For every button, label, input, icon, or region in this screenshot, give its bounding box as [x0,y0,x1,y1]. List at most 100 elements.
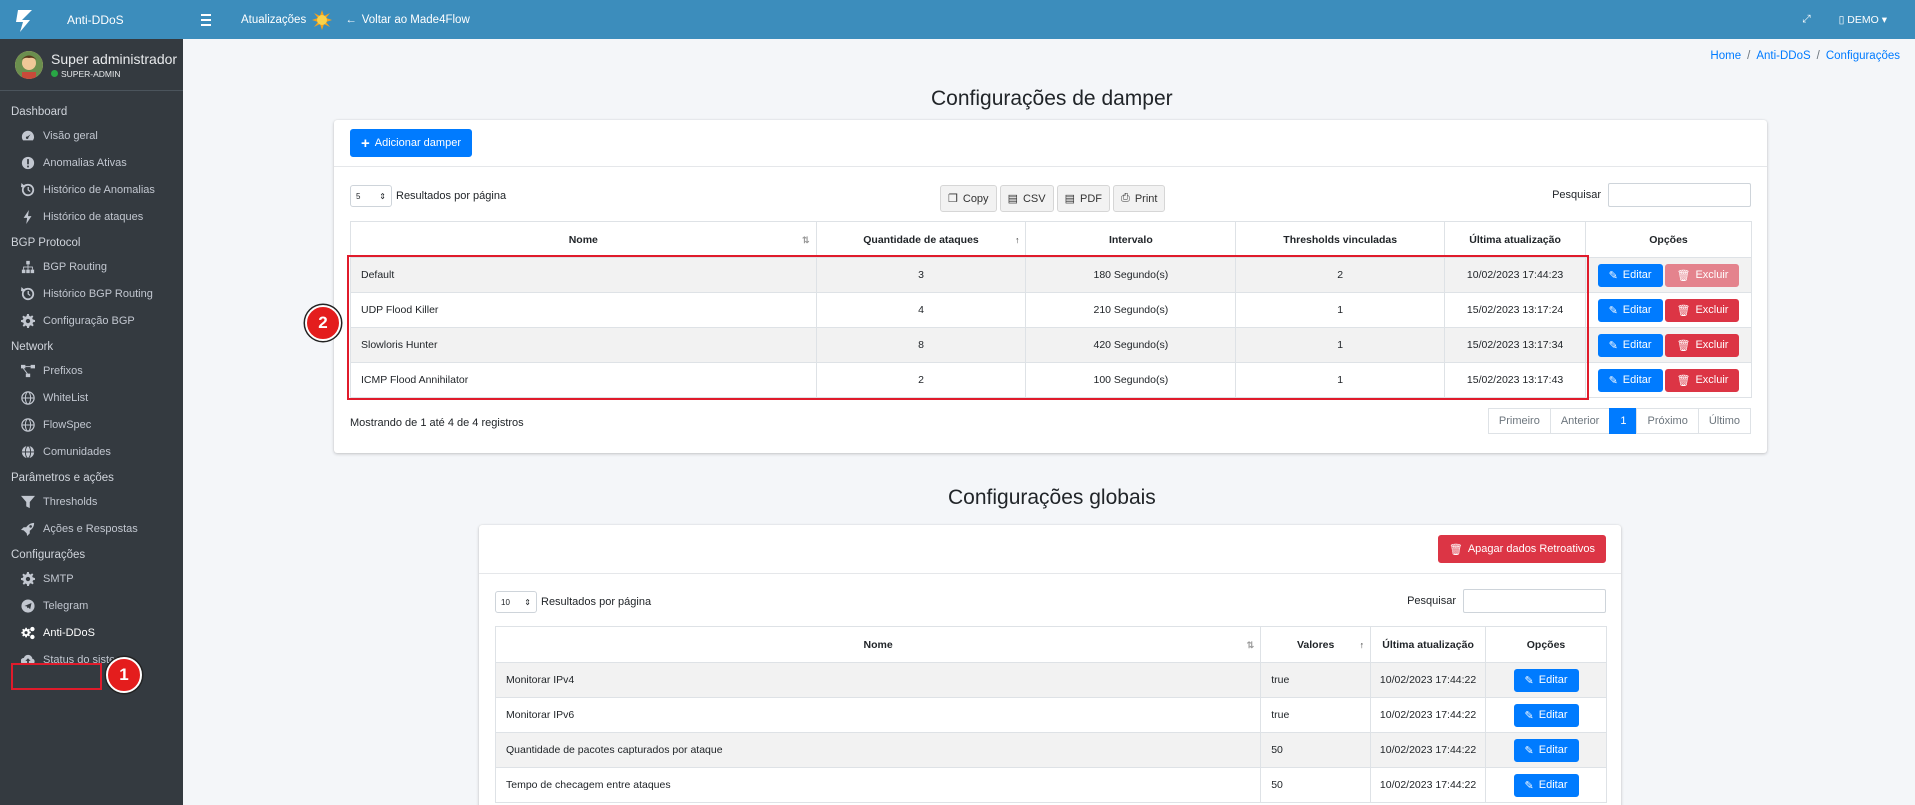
col-nome[interactable]: Nome ⇅ [494,626,1262,663]
table-row: Tempo de checagem entre ataques 50 10/02… [494,767,1607,803]
per-page-label: Resultados por página [396,190,507,202]
user-name: Super administrador [51,50,178,67]
print-button[interactable]: ⎙ Print [1113,185,1166,212]
top-navbar: Atualizações ← Voltar ao Made4Flow ⤢ ▯ D… [183,0,1915,39]
nav-header-config: Configurações [11,549,86,561]
hamburger-menu-icon[interactable] [201,13,219,26]
edit-button[interactable]: ✎ Editar [1597,333,1663,357]
caret-down-icon: ▾ [1881,13,1887,26]
add-damper-button[interactable]: + Adicionar damper [350,129,472,157]
col-ultima-atualizacao[interactable]: Última atualização [1444,221,1587,258]
annotation-box-2 [347,255,1589,400]
tenant-dropdown[interactable]: ▯ DEMO ▾ [1839,14,1887,26]
plus-icon: + [361,134,370,152]
sidebar-item-smtp[interactable]: SMTP [0,565,183,592]
sidebar-item-whitelist[interactable]: WhiteList [0,384,183,411]
arrow-left-icon: ← [345,13,357,26]
damper-section-title: Configurações de damper [931,87,1173,110]
sidebar-item-historico-ataques[interactable]: Histórico de ataques [0,203,183,230]
rocket-icon [21,522,35,536]
csv-button[interactable]: ▤ CSV [999,185,1054,212]
delete-button[interactable]: 🗑 Excluir [1665,298,1740,322]
file-pdf-icon: ▤ [1064,193,1075,205]
search-input[interactable] [1608,183,1751,207]
nav-header-bgp: BGP Protocol [11,237,81,249]
history-icon [21,182,35,196]
sidebar-item-historico-bgp[interactable]: Histórico BGP Routing [0,280,183,307]
purge-retroactive-button[interactable]: 🗑 Apagar dados Retroativos [1437,535,1606,563]
fullscreen-icon[interactable]: ⤢ [1802,13,1810,26]
globe-icon [21,444,35,459]
per-page-label: Resultados por página [541,596,652,608]
table-row: Quantidade de pacotes capturados por ata… [494,732,1607,768]
sidebar-item-config-bgp[interactable]: Configuração BGP [0,307,183,334]
user-panel[interactable]: Super administrador SUPER-ADMIN [0,39,183,91]
sitemap-icon [21,260,35,273]
col-nome[interactable]: Nome ⇅ [350,221,817,258]
edit-button[interactable]: ✎ Editar [1513,738,1579,762]
annotation-box-1 [11,663,102,690]
sidebar-item-flowspec[interactable]: FlowSpec [0,411,183,438]
col-opcoes: Opções [1485,626,1607,663]
search-input[interactable] [1463,589,1606,613]
copy-icon: ❐ [948,193,958,205]
breadcrumb: Home / Anti-DDoS / Configurações [1710,50,1900,62]
sort-up-icon: ↑ [1359,640,1365,650]
breadcrumb-anti-ddos[interactable]: Anti-DDoS [1756,50,1810,62]
page-1[interactable]: 1 [1609,408,1638,434]
sidebar-item-comunidades[interactable]: Comunidades [0,438,183,465]
col-valores[interactable]: Valores ↑ [1260,626,1372,663]
exclamation-circle-icon [21,156,35,169]
page-length-select[interactable]: 5 ⇕ [350,185,392,207]
col-thresholds[interactable]: Thresholds vinculadas [1235,221,1446,258]
print-icon: ⎙ [1121,192,1130,204]
copy-button[interactable]: ❐ Copy [940,185,997,212]
edit-button[interactable]: ✎ Editar [1513,773,1579,797]
sidebar-item-visao-geral[interactable]: Visão geral [0,122,183,149]
annotation-badge-2: 2 [305,305,341,341]
updates-link[interactable]: Atualizações [241,9,333,31]
edit-button[interactable]: ✎ Editar [1597,263,1663,287]
globe-icon [21,417,35,432]
sidebar-item-acoes-respostas[interactable]: Ações e Respostas [0,515,183,542]
col-opcoes: Opções [1585,221,1752,258]
table-row: Monitorar IPv6 true 10/02/2023 17:44:22 … [494,697,1607,733]
app-logo-icon [16,9,32,32]
page-prev[interactable]: Anterior [1549,408,1611,434]
edit-button[interactable]: ✎ Editar [1597,368,1663,392]
back-link[interactable]: ← Voltar ao Made4Flow [345,14,470,26]
brand[interactable]: Anti-DDoS [0,0,183,39]
annotation-badge-1: 1 [106,657,142,693]
sidebar-item-anti-ddos[interactable]: Anti-DDoS [0,619,183,646]
col-intervalo[interactable]: Intervalo [1025,221,1237,258]
page-next[interactable]: Próximo [1636,408,1699,434]
page-last[interactable]: Último [1697,408,1751,434]
updates-label: Atualizações [241,13,307,26]
breadcrumb-home[interactable]: Home [1710,50,1741,62]
sidebar-item-historico-anomalias[interactable]: Histórico de Anomalias [0,176,183,203]
breadcrumb-configuracoes[interactable]: Configurações [1826,50,1900,62]
bolt-icon [23,209,32,224]
select-arrows-icon: ⇕ [379,191,386,201]
filter-icon [21,495,35,508]
sort-up-icon: ↑ [1014,235,1020,245]
edit-button[interactable]: ✎ Editar [1513,703,1579,727]
page-first[interactable]: Primeiro [1487,408,1551,434]
edit-button[interactable]: ✎ Editar [1513,668,1579,692]
table-row: Monitorar IPv4 true 10/02/2023 17:44:22 … [494,662,1607,698]
sidebar-item-telegram[interactable]: Telegram [0,592,183,619]
edit-button[interactable]: ✎ Editar [1597,298,1663,322]
delete-button[interactable]: 🗑 Excluir [1665,333,1740,357]
delete-button[interactable]: 🗑 Excluir [1665,368,1740,392]
sidebar-item-anomalias-ativas[interactable]: Anomalias Ativas [0,149,183,176]
sidebar-item-bgp-routing[interactable]: BGP Routing [0,253,183,280]
col-ultima-atualizacao[interactable]: Última atualização [1370,626,1487,663]
nav-header-params: Parâmetros e ações [11,472,114,484]
search-label: Pesquisar [1552,189,1601,201]
page-length-select[interactable]: 10 ⇕ [495,591,537,613]
sort-icon: ⇅ [1246,640,1255,650]
col-quantidade[interactable]: Quantidade de ataques ↑ [815,221,1027,258]
sidebar-item-thresholds[interactable]: Thresholds [0,488,183,515]
pdf-button[interactable]: ▤ PDF [1056,185,1110,212]
sidebar-item-prefixos[interactable]: Prefixos [0,357,183,384]
